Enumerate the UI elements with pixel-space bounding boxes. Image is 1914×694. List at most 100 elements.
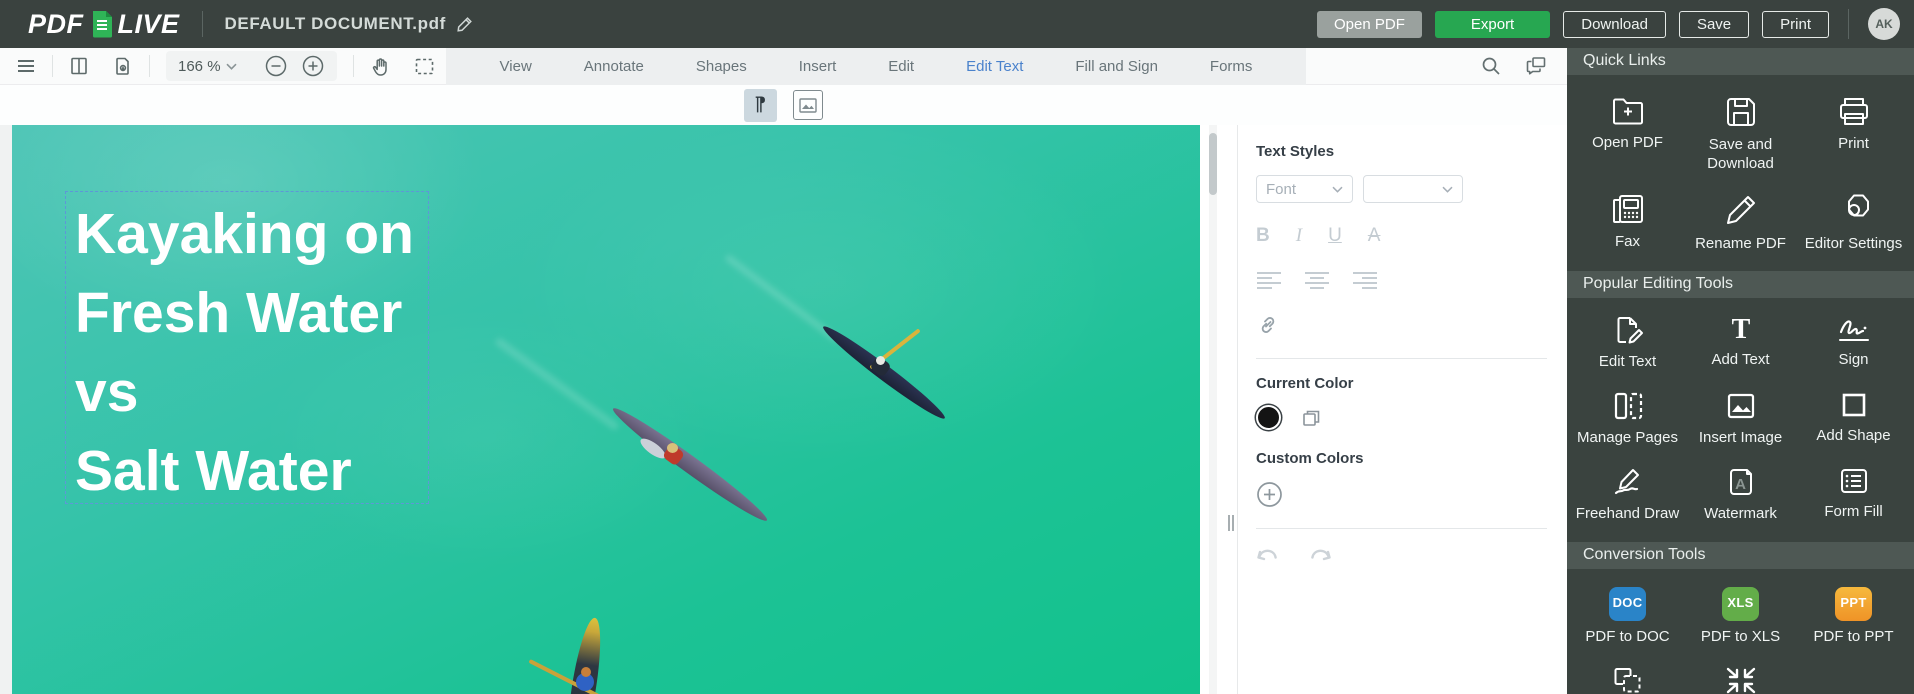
tab-annotate[interactable]: Annotate [558,58,670,75]
current-color-label: Current Color [1256,375,1354,392]
gear-icon [1847,194,1869,216]
search-icon[interactable] [1481,56,1501,76]
align-left-icon[interactable] [1256,271,1282,290]
tab-insert[interactable]: Insert [773,58,863,75]
convert-pdf-to-doc[interactable]: DOC PDF to DOC [1571,579,1684,657]
convert-pdf-to-ppt[interactable]: PPT PDF to PPT [1797,579,1910,657]
chevron-down-icon [1442,186,1453,193]
open-pdf-button[interactable]: Open PDF [1317,10,1422,38]
form-fill-icon [1840,468,1867,493]
tab-edit[interactable]: Edit [862,58,940,75]
pdf-live-logo[interactable]: PDF LIVE [28,9,180,40]
marquee-select-icon[interactable] [415,58,434,75]
tab-fill-and-sign[interactable]: Fill and Sign [1049,58,1184,75]
tool-freehand-draw[interactable]: Freehand Draw [1571,458,1684,534]
freehand-draw-icon [1614,468,1639,494]
canvas-gutter [1200,125,1237,694]
menu-icon[interactable] [16,58,36,74]
export-button[interactable]: Export [1434,10,1551,38]
tool-add-text[interactable]: T Add Text [1684,306,1797,382]
undo-icon[interactable] [1256,545,1284,569]
quick-link-open-pdf[interactable]: Open PDF [1571,87,1684,184]
chevron-down-icon [1332,186,1343,193]
hand-tool-icon[interactable] [370,56,391,77]
quick-link-save-and-download[interactable]: Save and Download [1684,87,1797,184]
header-actions: Open PDF Export Download Save Print AK [1317,8,1900,40]
page-layout-icon[interactable] [69,56,89,76]
align-center-icon[interactable] [1304,271,1330,290]
document-heading-text[interactable]: Kayaking on Fresh Water vs Salt Water [75,195,414,511]
align-right-icon[interactable] [1352,271,1378,290]
underline-button[interactable]: U [1328,225,1342,247]
strikethrough-button[interactable]: A [1368,225,1381,247]
tool-insert-image[interactable]: Insert Image [1684,382,1797,458]
bold-button[interactable]: B [1256,225,1270,247]
zoom-level-dropdown[interactable]: 166 % [178,58,237,75]
rename-pencil-icon[interactable] [456,15,474,33]
folder-plus-icon [1612,98,1643,125]
redo-icon[interactable] [1304,545,1332,569]
add-custom-color-icon[interactable] [1256,481,1283,508]
convert-pdf-to-xls[interactable]: XLS PDF to XLS [1684,579,1797,657]
panel-divider [1256,528,1547,529]
image-mode-button[interactable] [793,90,823,120]
scrollbar-thumb[interactable] [1209,133,1217,195]
edit-text-subtoolbar: ¶ [0,85,1567,125]
tool-manage-pages[interactable]: Manage Pages [1571,382,1684,458]
tab-view[interactable]: View [474,58,558,75]
zoom-controls: 166 % [166,51,337,81]
avatar-divider [1848,9,1849,39]
quick-link-rename-pdf[interactable]: Rename PDF [1684,184,1797,264]
pdf-live-editor: PDF LIVE DEFAULT DOCUMENT.pdf Open PDF E… [0,0,1914,694]
signature-icon [1838,320,1869,342]
link-icon[interactable] [1256,314,1280,338]
tab-shapes[interactable]: Shapes [670,58,773,75]
heading-line: Kayaking on [75,202,414,266]
comments-icon[interactable] [1525,56,1547,76]
zoom-out-icon[interactable] [264,54,288,78]
tools-sidebar: Quick Links Open PDF Save and Download P… [1567,48,1914,694]
font-size-select[interactable] [1363,175,1463,203]
quick-link-editor-settings[interactable]: Editor Settings [1797,184,1910,264]
italic-button[interactable]: I [1296,225,1302,247]
tool-compress-pdf[interactable]: Compress PDF [1684,656,1797,694]
ribbon-tabs: View Annotate Shapes Insert Edit Edit Te… [445,47,1307,85]
quick-link-print[interactable]: Print [1797,87,1910,184]
toolbar-divider [52,55,53,77]
font-family-select[interactable]: Font [1256,175,1353,203]
kayaker-straw-hat [667,443,678,453]
kayaker-hat [876,356,885,365]
tool-watermark[interactable]: A Watermark [1684,458,1797,534]
heading-line: Salt Water [75,439,352,503]
toolbar: 166 % View Annotate Shapes Insert Edit E… [0,47,1567,85]
save-button[interactable]: Save [1678,10,1750,38]
heading-line: vs [75,360,139,424]
text-styles-panel: Text Styles Font B I U A Current Color C… [1237,125,1567,694]
header: PDF LIVE DEFAULT DOCUMENT.pdf Open PDF E… [0,0,1914,48]
tool-edit-text[interactable]: Edit Text [1571,306,1684,382]
paragraph-mode-button[interactable]: ¶ [744,88,777,122]
tool-form-fill[interactable]: Form Fill [1797,458,1910,534]
tool-sign[interactable]: Sign [1797,306,1910,382]
zoom-in-icon[interactable] [301,54,325,78]
copy-color-icon[interactable] [1301,408,1321,428]
tool-add-shape[interactable]: Add Shape [1797,382,1910,458]
scrollbar-track[interactable] [1209,125,1217,694]
page-margin [0,125,12,694]
edit-text-icon [1617,317,1643,344]
page-navigation-icon[interactable] [113,56,133,76]
pdf-canvas[interactable]: Kayaking on Fresh Water vs Salt Water [12,125,1200,694]
print-button[interactable]: Print [1762,10,1829,38]
kayak-wake [493,336,621,432]
download-button[interactable]: Download [1563,10,1666,38]
current-color-swatch[interactable] [1256,405,1281,430]
chevron-down-icon [225,63,237,70]
tab-forms[interactable]: Forms [1184,58,1279,75]
panel-resize-handle[interactable] [1228,515,1234,531]
quick-link-fax[interactable]: Fax [1571,184,1684,264]
avatar[interactable]: AK [1868,8,1900,40]
tab-edit-text[interactable]: Edit Text [940,58,1049,75]
font-family-placeholder: Font [1266,180,1297,198]
watermark-icon: A [1729,468,1752,495]
tool-merge-pdf[interactable]: Merge PDF [1571,656,1684,694]
